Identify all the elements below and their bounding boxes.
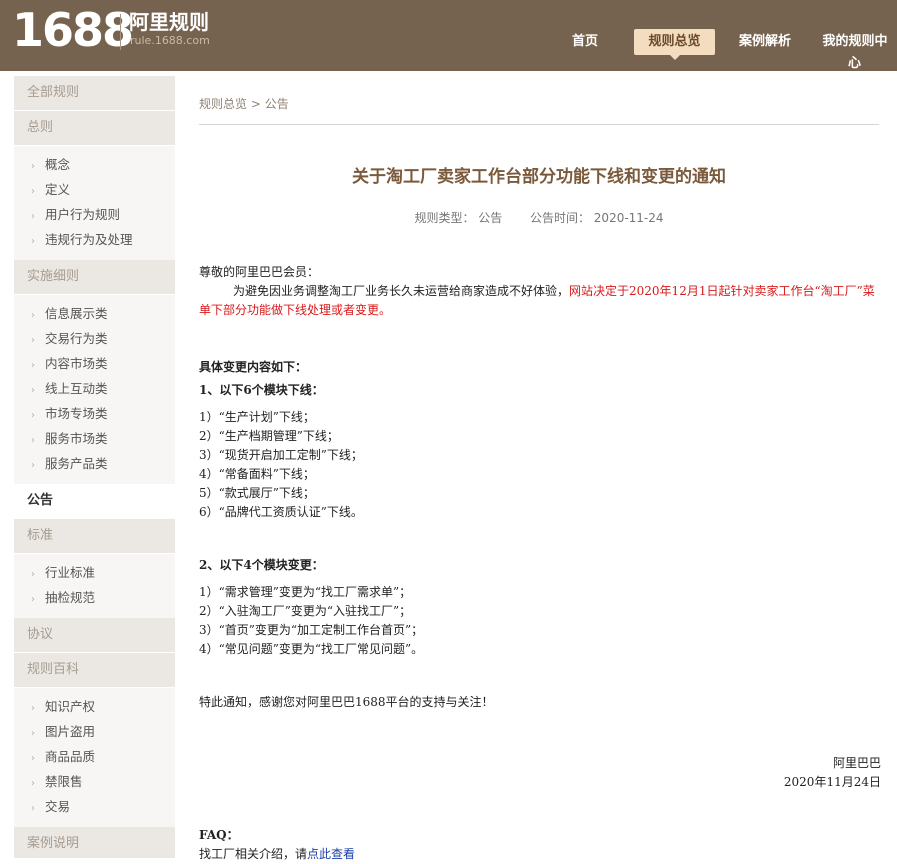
sidebar-item[interactable]: › 概念 — [14, 152, 175, 177]
chevron-right-icon: › — [31, 594, 35, 605]
section2-heading: 2、以下4个模块变更： — [199, 558, 324, 572]
sidebar-item[interactable]: › 线上互动类 — [14, 376, 175, 401]
sidebar-list-implementation: › 信息展示类 › 交易行为类 › 内容市场类 › 线上互动类 › 市场专场类 › 服务市场… — [14, 295, 175, 484]
sidebar-group-standards[interactable]: 标准 — [14, 519, 175, 554]
faq-heading: FAQ： — [199, 828, 239, 842]
breadcrumb-separator: > — [247, 97, 265, 111]
sidebar-item[interactable]: › 行业标准 — [14, 560, 175, 585]
sidebar-list-standards: › 行业标准 › 抽检规范 — [14, 554, 175, 618]
intro-paragraph: 为避免因业务调整淘工厂业务长久未运营给商家造成不好体验，网站决定于2020年12… — [199, 282, 881, 320]
chevron-right-icon: › — [31, 360, 35, 371]
chevron-right-icon: › — [31, 236, 35, 247]
chevron-right-icon: › — [31, 703, 35, 714]
announce-time-value: 2020-11-24 — [593, 211, 664, 225]
sidebar-group-implementation[interactable]: 实施细则 — [14, 260, 175, 295]
chevron-right-icon: › — [31, 211, 35, 222]
sidebar-item[interactable]: › 服务产品类 — [14, 451, 175, 476]
breadcrumb-root[interactable]: 规则总览 — [199, 97, 247, 111]
chevron-right-icon: › — [31, 803, 35, 814]
signature-date: 2020年11月24日 — [783, 775, 881, 789]
sidebar-all-rules[interactable]: 全部规则 — [14, 76, 175, 111]
changes-heading: 具体变更内容如下： — [199, 360, 308, 374]
site-header: 1688 阿里规则 rule.1688.com 首页 规则总览 案例解析 我的规… — [0, 0, 897, 71]
sidebar-item[interactable]: › 市场专场类 — [14, 401, 175, 426]
chevron-right-icon: › — [31, 310, 35, 321]
logo-domain: rule.1688.com — [130, 34, 210, 47]
sidebar: 全部规则 总则 › 概念 › 定义 › 用户行为规则 › 违规行为及处理 实施细则 › 信… — [14, 76, 175, 858]
sidebar-group-encyclopedia[interactable]: 规则百科 — [14, 653, 175, 688]
signature: 阿里巴巴 — [832, 756, 881, 770]
greeting: 尊敬的阿里巴巴会员： — [199, 265, 320, 279]
article-body: 尊敬的阿里巴巴会员： 为避免因业务调整淘工厂业务长久未运营给商家造成不好体验，网… — [199, 263, 881, 864]
breadcrumb-divider — [199, 124, 879, 125]
chevron-right-icon: › — [31, 728, 35, 739]
sidebar-list-encyclopedia: › 知识产权 › 图片盗用 › 商品品质 › 禁限售 › 交易 — [14, 688, 175, 827]
sidebar-item[interactable]: › 用户行为规则 — [14, 202, 175, 227]
logo-1688[interactable]: 1688 — [12, 4, 134, 56]
sidebar-item[interactable]: › 服务市场类 — [14, 426, 175, 451]
section1-item: 2）“生产档期管理”下线； — [199, 429, 339, 443]
sidebar-item[interactable]: › 抽检规范 — [14, 585, 175, 610]
chevron-right-icon: › — [31, 753, 35, 764]
section1-heading: 1、以下6个模块下线： — [199, 383, 324, 397]
intro-text: 为避免因业务调整淘工厂业务长久未运营给商家造成不好体验， — [233, 284, 570, 298]
article-meta: 规则类型： 公告 公告时间： 2020-11-24 — [199, 209, 879, 226]
chevron-right-icon: › — [31, 161, 35, 172]
nav-rules-overview[interactable]: 规则总览 — [634, 29, 715, 60]
logo-divider — [120, 14, 121, 50]
sidebar-group-case-notes[interactable]: 案例说明 — [14, 827, 175, 858]
section2-item: 4）“常见问题”变更为“找工厂常见问题”。 — [199, 642, 424, 656]
sidebar-item[interactable]: › 交易行为类 — [14, 326, 175, 351]
sidebar-item[interactable]: › 图片盗用 — [14, 719, 175, 744]
chevron-right-icon: › — [31, 186, 35, 197]
sidebar-item[interactable]: › 知识产权 — [14, 694, 175, 719]
section2-item: 1）“需求管理”变更为“找工厂需求单”； — [199, 585, 412, 599]
nav-my-rules-center[interactable]: 我的规则中 — [816, 29, 894, 55]
logo-title[interactable]: 阿里规则 — [129, 10, 209, 34]
sidebar-item[interactable]: › 定义 — [14, 177, 175, 202]
breadcrumb: 规则总览 > 公告 — [199, 95, 289, 112]
announce-time-label: 公告时间： — [529, 211, 590, 225]
sidebar-item[interactable]: › 内容市场类 — [14, 351, 175, 376]
article-title: 关于淘工厂卖家工作台部分功能下线和变更的通知 — [352, 167, 726, 187]
sidebar-list-general: › 概念 › 定义 › 用户行为规则 › 违规行为及处理 — [14, 146, 175, 260]
chevron-right-icon: › — [31, 435, 35, 446]
chevron-right-icon: › — [31, 460, 35, 471]
sidebar-group-announcement[interactable]: 公告 — [14, 484, 175, 519]
sidebar-item[interactable]: › 商品品质 — [14, 744, 175, 769]
faq-line: 找工厂相关介绍，请点此查看 — [199, 845, 881, 864]
section2-item: 2）“入驻淘工厂”变更为“入驻找工厂”； — [199, 604, 412, 618]
section1-item: 4）“常备面料”下线； — [199, 467, 315, 481]
sidebar-item[interactable]: › 禁限售 — [14, 769, 175, 794]
chevron-right-icon: › — [31, 569, 35, 580]
nav-case-analysis[interactable]: 案例解析 — [731, 29, 799, 55]
sidebar-item[interactable]: › 信息展示类 — [14, 301, 175, 326]
sidebar-item[interactable]: › 交易 — [14, 794, 175, 819]
breadcrumb-current[interactable]: 公告 — [265, 97, 289, 111]
chevron-right-icon: › — [31, 410, 35, 421]
closing-text: 特此通知，感谢您对阿里巴巴1688平台的支持与关注！ — [199, 695, 494, 709]
rule-type-label: 规则类型： — [414, 211, 475, 225]
section1-item: 1）“生产计划”下线； — [199, 410, 315, 424]
section1-item: 3）“现货开启加工定制”下线； — [199, 448, 363, 462]
section2-item: 3）“首页”变更为“加工定制工作台首页”； — [199, 623, 424, 637]
section1-item: 5）“款式展厅”下线； — [199, 486, 315, 500]
section1-item: 6）“品牌代工资质认证”下线。 — [199, 505, 363, 519]
faq-text: 找工厂相关介绍，请 — [199, 847, 308, 861]
nav-home[interactable]: 首页 — [560, 29, 610, 55]
chevron-right-icon: › — [31, 335, 35, 346]
chevron-right-icon: › — [31, 385, 35, 396]
sidebar-group-general[interactable]: 总则 — [14, 111, 175, 146]
nav-overflow-char: 心 — [848, 56, 862, 71]
sidebar-item[interactable]: › 违规行为及处理 — [14, 227, 175, 252]
chevron-right-icon: › — [31, 778, 35, 789]
faq-link[interactable]: 点此查看 — [307, 847, 355, 861]
sidebar-group-agreements[interactable]: 协议 — [14, 618, 175, 653]
rule-type-value: 公告 — [478, 211, 503, 225]
